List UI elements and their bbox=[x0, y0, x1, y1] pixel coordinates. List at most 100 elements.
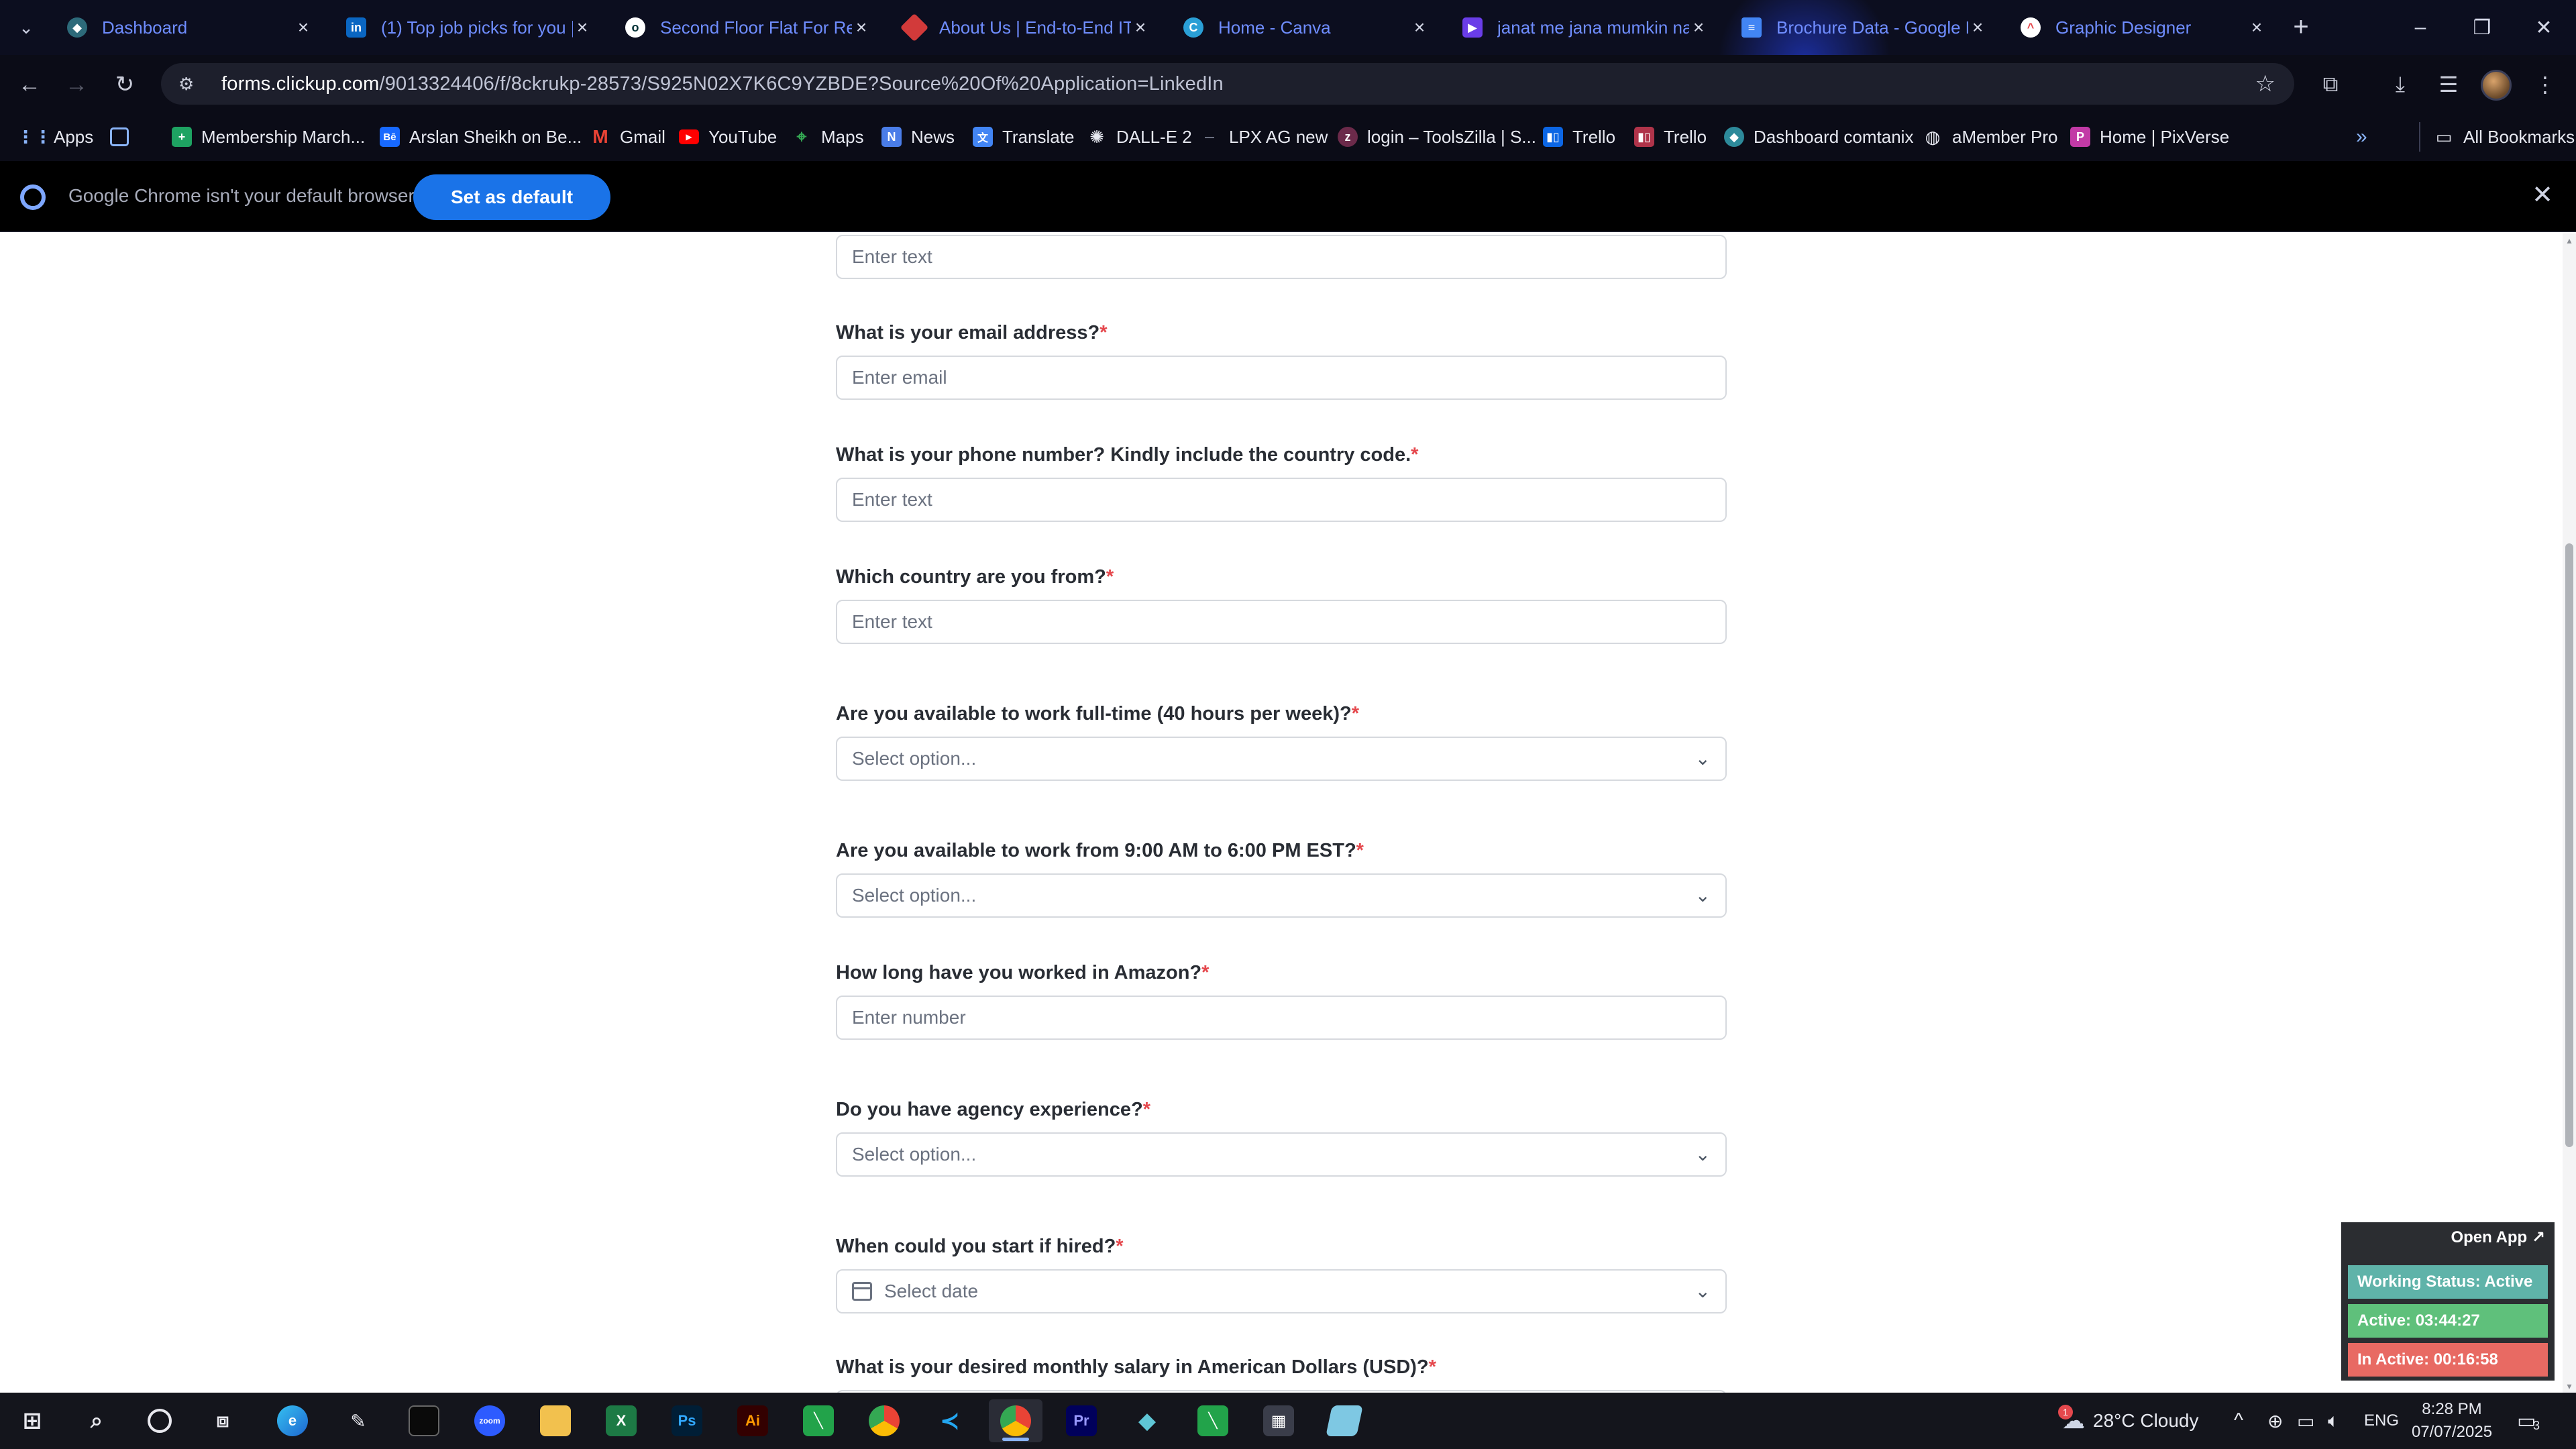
close-icon[interactable]: × bbox=[573, 17, 592, 38]
address-bar[interactable]: ⚙ forms.clickup.com/9013324406/f/8ckrukp… bbox=[161, 63, 2294, 105]
question-label: Are you available to work from 9:00 AM t… bbox=[836, 840, 1364, 861]
reload-icon[interactable]: ↻ bbox=[107, 67, 142, 102]
forward-arrow-icon[interactable]: → bbox=[59, 67, 94, 102]
bookmark-trello-1[interactable]: ▮▯ Trello bbox=[1543, 122, 1615, 152]
restore-icon[interactable]: ❐ bbox=[2451, 0, 2513, 55]
all-bookmarks[interactable]: ▭ All Bookmarks bbox=[2419, 122, 2575, 152]
taskbar-photoshop[interactable]: Ps bbox=[660, 1399, 714, 1442]
vscode-icon: ≺ bbox=[939, 1407, 961, 1434]
google-docs-favicon-icon: ≡ bbox=[1741, 17, 1762, 38]
bookmark-toolszilla[interactable]: z login – ToolsZilla | S... bbox=[1338, 122, 1536, 152]
name-input[interactable]: Enter text bbox=[836, 235, 1727, 279]
start-button[interactable]: ⊞ bbox=[5, 1399, 59, 1442]
taskbar-chrome[interactable] bbox=[857, 1399, 911, 1442]
media-controls-icon[interactable]: ☰ bbox=[2431, 68, 2466, 101]
back-arrow-icon[interactable]: ← bbox=[12, 67, 47, 102]
phone-input[interactable]: Enter text bbox=[836, 478, 1727, 522]
taskbar-zoom[interactable]: zoom bbox=[463, 1399, 517, 1442]
system-clock[interactable]: 8:28 PM 07/07/2025 bbox=[2408, 1398, 2496, 1444]
close-icon[interactable]: × bbox=[294, 17, 313, 38]
bookmark-star-icon[interactable]: ☆ bbox=[2255, 70, 2275, 97]
download-icon[interactable]: ⤓ bbox=[2383, 68, 2418, 101]
bookmark-lpx[interactable]: — LPX AG new bbox=[1199, 122, 1328, 152]
country-input[interactable]: Enter text bbox=[836, 600, 1727, 644]
meet-now-icon[interactable]: ⊕ bbox=[2267, 1393, 2283, 1449]
infobar-close-icon[interactable]: ✕ bbox=[2532, 180, 2553, 210]
agency-experience-select[interactable]: Select option... ⌄ bbox=[836, 1132, 1727, 1177]
taskbar-vscode[interactable]: ≺ bbox=[923, 1399, 977, 1442]
more-bookmarks-chevron-icon[interactable]: » bbox=[2356, 122, 2367, 152]
bookmark-translate[interactable]: 文 Translate bbox=[973, 122, 1074, 152]
bookmark-behance[interactable]: Bē Arslan Sheikh on Be... bbox=[380, 122, 582, 152]
close-icon[interactable]: × bbox=[1968, 17, 1987, 38]
close-icon[interactable]: × bbox=[852, 17, 871, 38]
taskbar-pen[interactable]: ✎ bbox=[331, 1399, 385, 1442]
close-icon[interactable]: × bbox=[1131, 17, 1150, 38]
tab-graphic-designer[interactable]: ^ Graphic Designer × bbox=[2006, 5, 2281, 50]
bookmark-apps[interactable]: ⋮⋮ Apps bbox=[17, 122, 93, 152]
tab-canva[interactable]: C Home - Canva × bbox=[1169, 5, 1444, 50]
more-menu-icon[interactable]: ⋮ bbox=[2528, 68, 2563, 101]
tab-linkedin[interactable]: in (1) Top job picks for you | × bbox=[331, 5, 606, 50]
bookmark-youtube[interactable]: ▶ YouTube bbox=[679, 122, 777, 152]
scroll-up-icon[interactable]: ▴ bbox=[2564, 235, 2575, 246]
bookmark-membership[interactable]: + Membership March... bbox=[172, 122, 365, 152]
bookmark-gmail[interactable]: M Gmail bbox=[590, 122, 665, 152]
search-button[interactable]: ⌕ bbox=[70, 1399, 123, 1442]
taskbar-premiere[interactable]: Pr bbox=[1055, 1399, 1108, 1442]
tab-title: About Us | End-to-End IT bbox=[939, 17, 1131, 38]
bookmark-maps[interactable]: ⌖ Maps bbox=[792, 122, 864, 152]
window-close-icon[interactable]: ✕ bbox=[2513, 0, 2575, 55]
scroll-down-icon[interactable]: ▾ bbox=[2564, 1381, 2575, 1391]
tab-olx[interactable]: o Second Floor Flat For Ren × bbox=[610, 5, 885, 50]
close-icon[interactable]: × bbox=[2247, 17, 2266, 38]
bookmark-news[interactable]: N News bbox=[881, 122, 955, 152]
site-settings-icon[interactable]: ⚙ bbox=[178, 74, 205, 95]
taskbar-edge[interactable]: e bbox=[266, 1399, 319, 1442]
extensions-icon[interactable]: ⧉ bbox=[2313, 68, 2348, 101]
taskbar-notepad[interactable] bbox=[1318, 1399, 1371, 1442]
bookmark-amember[interactable]: ◍ aMember Pro bbox=[1923, 122, 2058, 152]
tab-search-chevron-icon[interactable]: ⌄ bbox=[9, 11, 43, 44]
start-date-picker[interactable]: Select date ⌄ bbox=[836, 1269, 1727, 1313]
taskbar-comtanix[interactable]: ◆ bbox=[1120, 1399, 1174, 1442]
amazon-experience-input[interactable]: Enter number bbox=[836, 996, 1727, 1040]
taskbar-calculator[interactable]: ▦ bbox=[1252, 1399, 1305, 1442]
task-view-button[interactable]: ⧈ bbox=[196, 1399, 250, 1442]
taskbar-file-explorer[interactable] bbox=[529, 1399, 582, 1442]
minimize-icon[interactable]: – bbox=[2390, 0, 2451, 55]
language-indicator[interactable]: ENG bbox=[2364, 1393, 2399, 1449]
bookmark-trello-2[interactable]: ▮▯ Trello bbox=[1634, 122, 1707, 152]
close-icon[interactable]: × bbox=[1410, 17, 1429, 38]
taskbar-terminal[interactable] bbox=[397, 1399, 451, 1442]
taskbar-app-green-2[interactable]: ╲ bbox=[1186, 1399, 1240, 1442]
close-icon[interactable]: × bbox=[1689, 17, 1708, 38]
bookmark-tab-groups[interactable] bbox=[110, 122, 138, 152]
network-icon[interactable]: ▭ bbox=[2297, 1393, 2314, 1449]
taskbar-chrome-active[interactable] bbox=[989, 1399, 1042, 1442]
bookmark-dalle[interactable]: ✺ DALL-E 2 bbox=[1087, 122, 1192, 152]
est-hours-select[interactable]: Select option... ⌄ bbox=[836, 873, 1727, 918]
email-input[interactable]: Enter email bbox=[836, 356, 1727, 400]
taskbar-excel[interactable]: X bbox=[594, 1399, 648, 1442]
tray-overflow-chevron-icon[interactable]: ^ bbox=[2234, 1393, 2243, 1449]
full-time-select[interactable]: Select option... ⌄ bbox=[836, 737, 1727, 781]
bookmark-pixverse[interactable]: P Home | PixVerse bbox=[2070, 122, 2229, 152]
tab-dashboard[interactable]: ◆ Dashboard × bbox=[52, 5, 327, 50]
new-tab-plus-icon[interactable]: + bbox=[2284, 9, 2318, 44]
scrollbar-thumb[interactable] bbox=[2565, 543, 2573, 1147]
taskbar-illustrator[interactable]: Ai bbox=[726, 1399, 780, 1442]
cortana-button[interactable] bbox=[133, 1399, 186, 1442]
volume-icon[interactable]: 🔈︎ bbox=[2328, 1393, 2339, 1449]
taskbar-app-green[interactable]: ╲ bbox=[792, 1399, 845, 1442]
chrome-icon bbox=[869, 1405, 900, 1436]
tab-video[interactable]: ▶ janat me jana mumkin na × bbox=[1448, 5, 1723, 50]
weather-widget[interactable]: ☁ 1 28°C Cloudy bbox=[2058, 1393, 2199, 1449]
tab-brochure-data[interactable]: ≡ Brochure Data - Google D × bbox=[1727, 5, 2002, 50]
tab-about-us[interactable]: About Us | End-to-End IT × bbox=[890, 5, 1165, 50]
bookmark-comtanix[interactable]: ◆ Dashboard comtanix bbox=[1724, 122, 1913, 152]
profile-avatar[interactable] bbox=[2481, 70, 2512, 101]
notifications-icon[interactable]: ▭ 3 bbox=[2517, 1393, 2540, 1449]
set-as-default-button[interactable]: Set as default bbox=[413, 174, 610, 220]
open-app-link[interactable]: Open App ↗ bbox=[2451, 1228, 2545, 1247]
